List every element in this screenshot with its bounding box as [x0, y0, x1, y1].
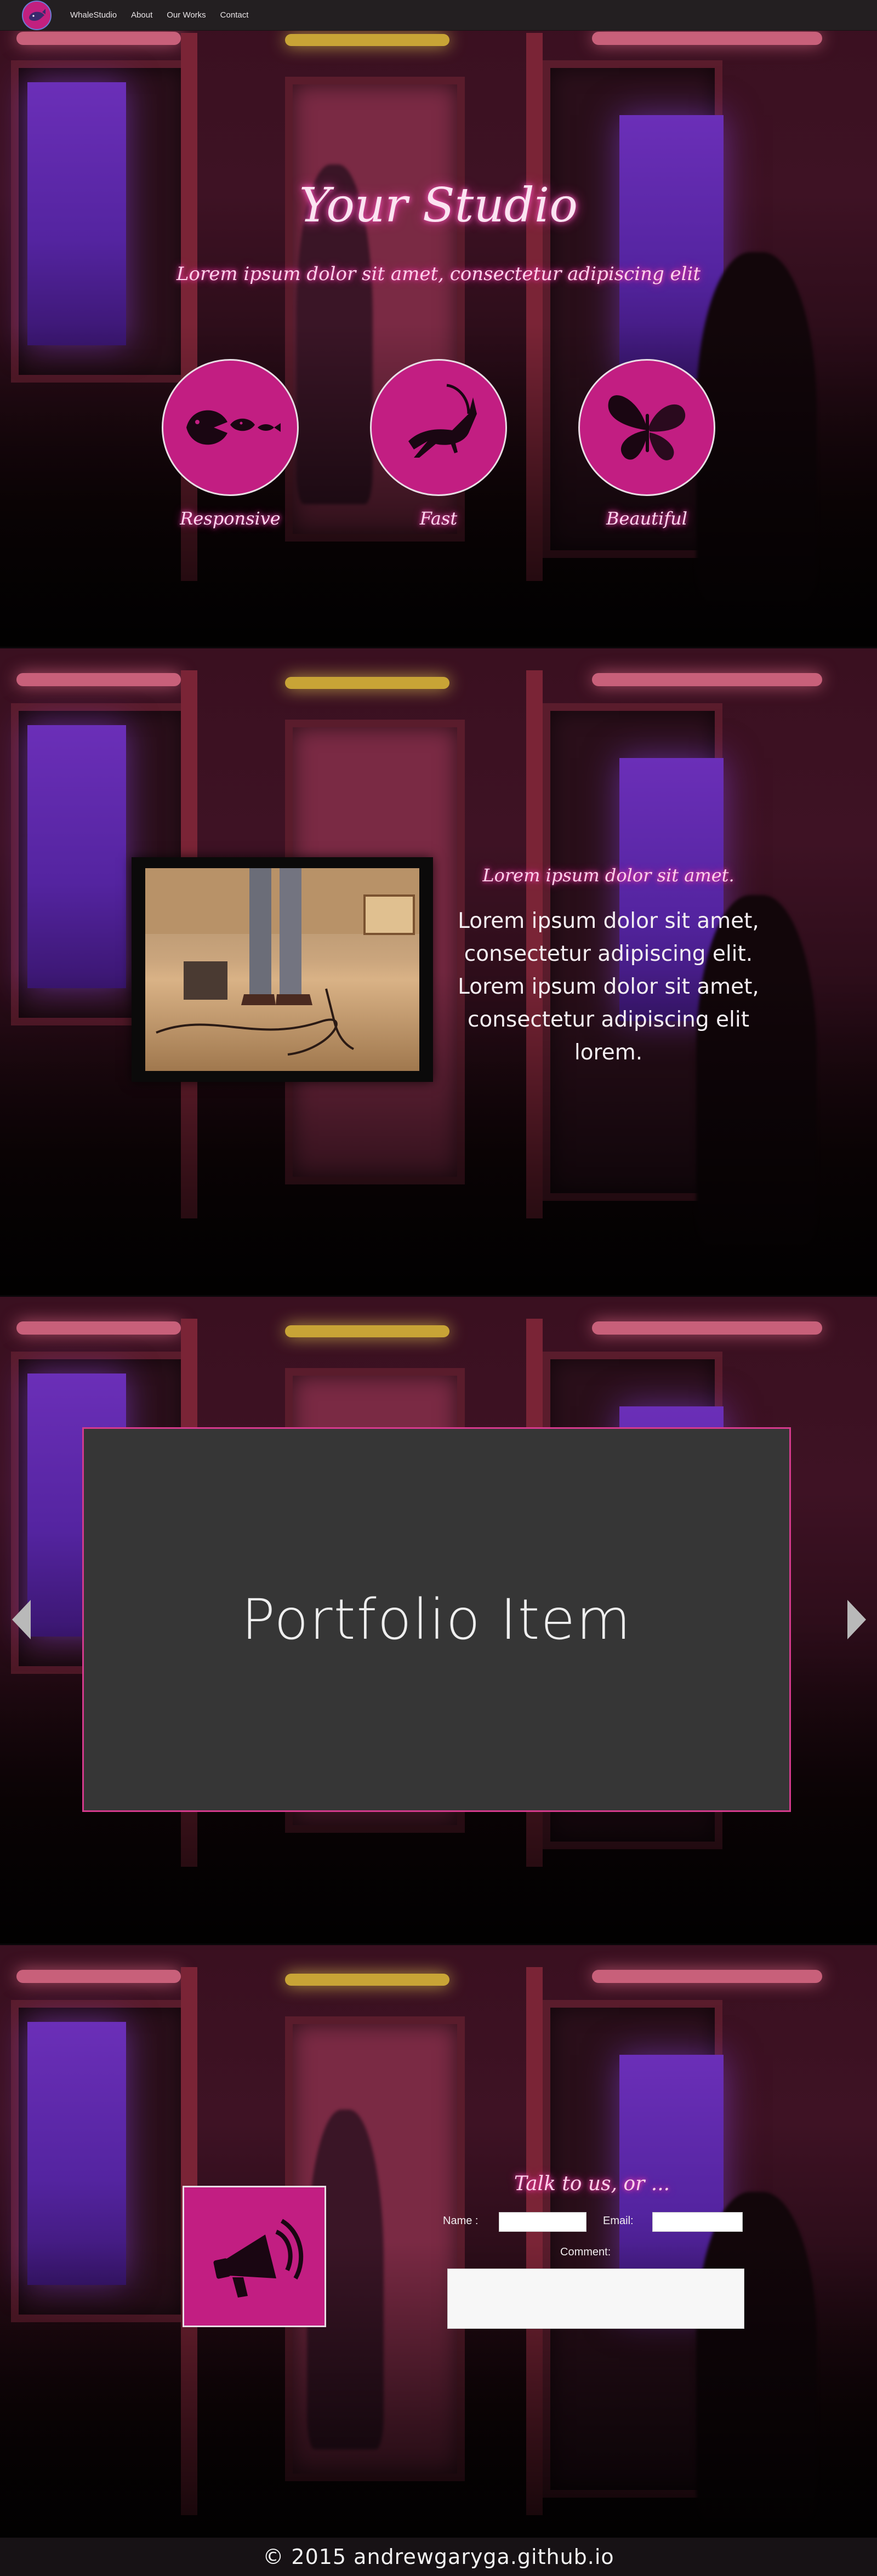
hero-subtitle: Lorem ipsum dolor sit amet, consectetur …	[176, 263, 701, 285]
feature-label: Responsive	[180, 508, 281, 529]
whale-logo-icon[interactable]	[22, 0, 52, 30]
fish-chain-icon	[162, 359, 299, 496]
about-photo	[145, 868, 419, 1071]
top-navbar: WhaleStudio About Our Works Contact	[0, 0, 877, 31]
about-text: Lorem ipsum dolor sit amet, consectetur …	[458, 909, 759, 1065]
about-photo-frame	[132, 857, 433, 1082]
portfolio-item-card[interactable]: Portfolio Item	[82, 1427, 791, 1812]
nav-link-about[interactable]: About	[131, 10, 152, 20]
hero-section: Your Studio Lorem ipsum dolor sit amet, …	[0, 0, 877, 649]
feature-label: Fast	[419, 508, 458, 529]
arrow-right-icon[interactable]	[847, 1600, 866, 1639]
megaphone-icon	[183, 2186, 326, 2327]
nav-link-contact[interactable]: Contact	[220, 10, 249, 20]
about-section: Lorem ipsum dolor sit amet. Lorem ipsum …	[0, 648, 877, 1297]
contact-heading: Talk to us, or ...	[514, 2173, 670, 2195]
portfolio-item-label: Portfolio Item	[241, 1587, 632, 1652]
hero-title: Your Studio	[299, 178, 578, 233]
contact-background	[0, 1945, 877, 2538]
nav-link-our-works[interactable]: Our Works	[167, 10, 206, 20]
email-input[interactable]	[652, 2212, 743, 2232]
comment-label: Comment:	[560, 2246, 611, 2258]
about-heading: Lorem ipsum dolor sit amet.	[482, 865, 734, 886]
feature-fast: Fast	[370, 359, 507, 529]
contact-section: Talk to us, or ... Name : Email: Comment…	[0, 1945, 877, 2540]
footer-copyright: © 2015 andrewgaryga.github.io	[263, 2545, 614, 2569]
feature-responsive: Responsive	[162, 359, 299, 529]
butterfly-icon	[578, 359, 715, 496]
antelope-icon	[370, 359, 507, 496]
footer: © 2015 andrewgaryga.github.io	[0, 2538, 877, 2576]
nav-links: WhaleStudio About Our Works Contact	[70, 10, 263, 20]
feature-label: Beautiful	[606, 508, 687, 529]
nav-link-home[interactable]: WhaleStudio	[70, 10, 117, 20]
name-label: Name :	[443, 2215, 479, 2227]
hero-background	[0, 0, 877, 647]
arrow-left-icon[interactable]	[12, 1600, 31, 1639]
name-input[interactable]	[499, 2212, 586, 2232]
email-label: Email:	[603, 2215, 634, 2227]
comment-textarea[interactable]	[447, 2269, 744, 2329]
feature-beautiful: Beautiful	[578, 359, 715, 529]
portfolio-section: Portfolio Item	[0, 1297, 877, 1946]
